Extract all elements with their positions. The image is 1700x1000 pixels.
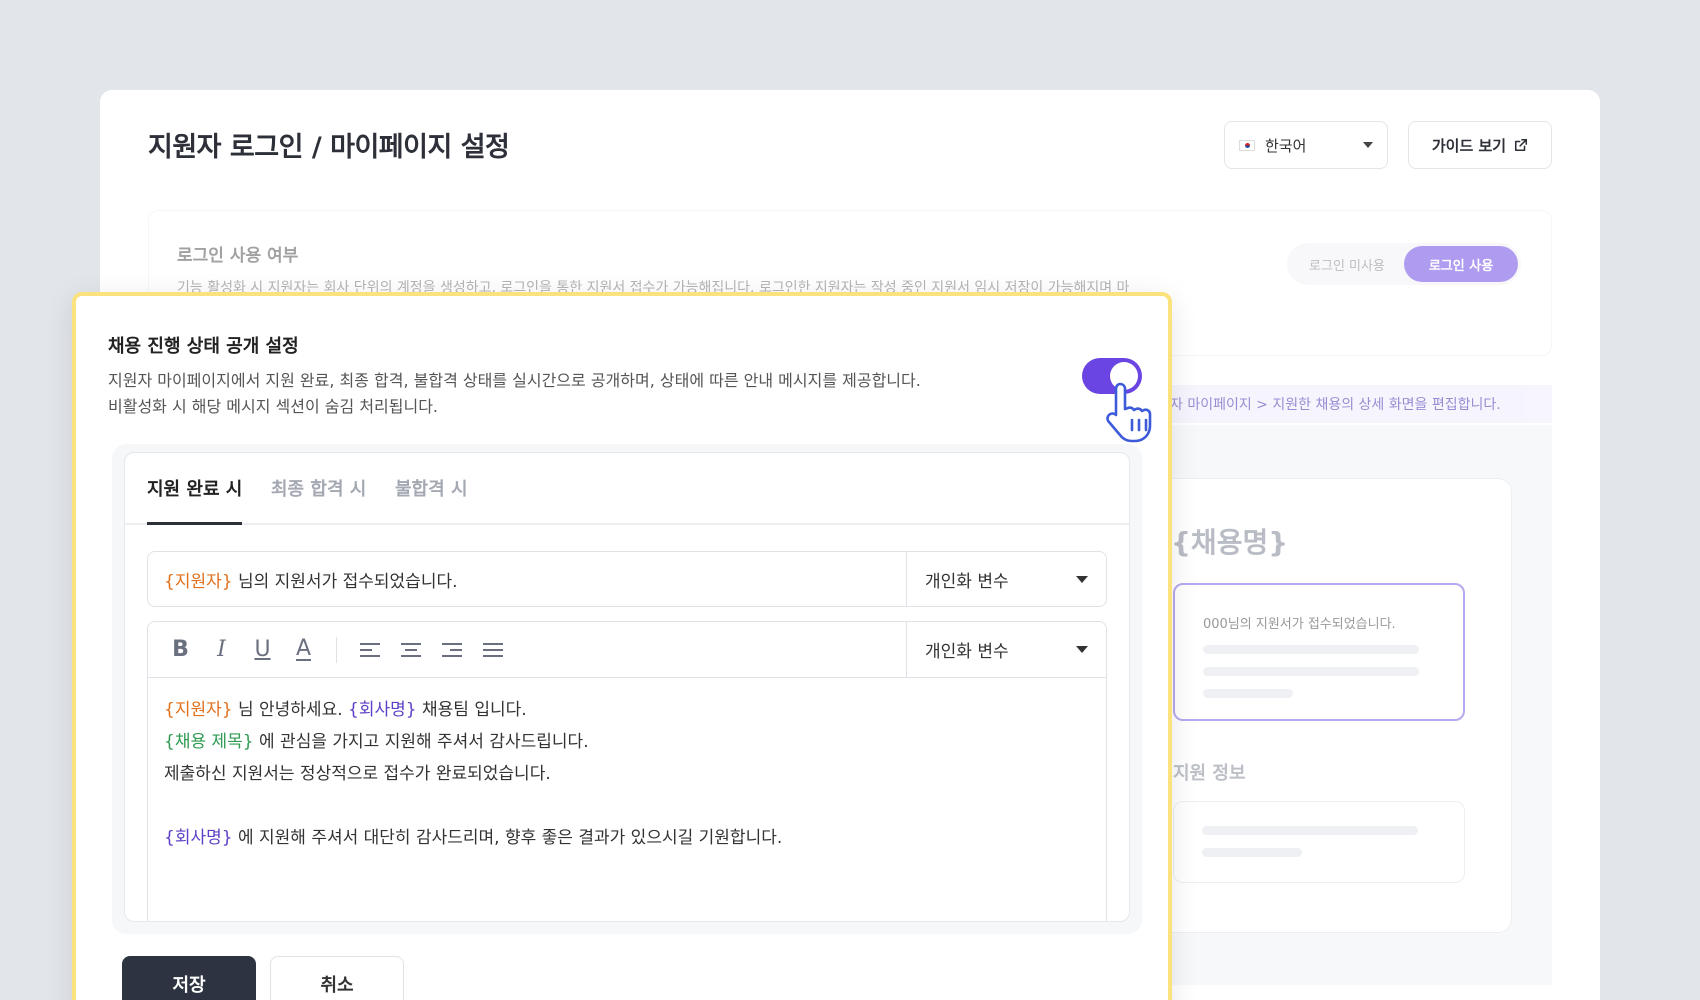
text-color-icon: A <box>295 635 312 661</box>
mypage-info-banner: 자 마이페이지 > 지원한 채용의 상세 화면을 편집합니다. <box>1160 385 1552 423</box>
align-right-button[interactable] <box>431 630 472 670</box>
body-line: {채용 제목} 에 관심을 가지고 지원해 주셔서 감사드립니다. <box>164 726 782 758</box>
status-disclosure-desc: 지원자 마이페이지에서 지원 완료, 최종 합격, 불합격 상태를 실시간으로 … <box>108 368 1008 420</box>
preview-placeholder-line <box>1203 667 1419 676</box>
body-text: 채용팀 입니다. <box>416 700 527 720</box>
align-justify-icon <box>482 642 503 657</box>
preview-placeholder-line <box>1202 826 1418 835</box>
variable-company: {회사명} <box>164 828 233 848</box>
login-off-option[interactable]: 로그인 미사용 <box>1290 246 1404 282</box>
preview-info-box <box>1173 801 1465 883</box>
variable-select-label: 개인화 변수 <box>925 571 1009 592</box>
body-blank-line <box>164 790 782 822</box>
align-left-button[interactable] <box>349 630 390 670</box>
underline-button[interactable]: U <box>242 630 283 670</box>
align-left-icon <box>359 642 380 657</box>
body-text-area[interactable]: {지원자} 님 안녕하세요. {회사명} 채용팀 입니다. {채용 제목} 에 … <box>164 694 782 854</box>
preview-message-text: 000님의 지원서가 접수되었습니다. <box>1203 617 1396 632</box>
language-label: 한국어 <box>1265 136 1307 155</box>
preview-section-title: 지원 정보 <box>1173 763 1246 784</box>
subject-text: 님의 지원서가 접수되었습니다. <box>232 571 458 592</box>
variable-job-title: {채용 제목} <box>164 732 254 752</box>
language-select[interactable]: 한국어 <box>1224 121 1388 169</box>
cancel-button[interactable]: 취소 <box>270 956 404 1000</box>
tab-application-complete[interactable]: 지원 완료 시 <box>147 475 243 525</box>
italic-icon: I <box>217 637 226 662</box>
mypage-preview-card: {채용명} 000님의 지원서가 접수되었습니다. 지원 정보 <box>1130 478 1512 933</box>
chevron-down-icon <box>1076 646 1088 653</box>
page-title: 지원자 로그인 / 마이페이지 설정 <box>148 132 510 163</box>
status-tabs: 지원 완료 시 최종 합격 시 불합격 시 <box>125 453 1129 525</box>
app-frame: 지원자 로그인 / 마이페이지 설정 한국어 가이드 보기 로그인 사용 여부 … <box>0 0 1700 1000</box>
tab-rejected[interactable]: 불합격 시 <box>395 475 468 522</box>
subject-field[interactable]: {지원자} 님의 지원서가 접수되었습니다. 개인화 변수 <box>147 551 1107 607</box>
desc-line: 지원자 마이페이지에서 지원 완료, 최종 합격, 불합격 상태를 실시간으로 … <box>108 371 921 390</box>
korea-flag-icon <box>1239 139 1255 151</box>
preview-placeholder-line <box>1203 645 1419 654</box>
align-center-icon <box>400 642 421 657</box>
align-right-icon <box>441 642 462 657</box>
bold-icon: B <box>172 637 189 662</box>
body-line: {지원자} 님 안녕하세요. {회사명} 채용팀 입니다. <box>164 694 782 726</box>
italic-button[interactable]: I <box>201 630 242 670</box>
subject-variable-select[interactable]: 개인화 변수 <box>906 552 1106 606</box>
preview-placeholder-line <box>1202 848 1302 857</box>
save-button[interactable]: 저장 <box>122 956 256 1000</box>
bold-button[interactable]: B <box>160 630 201 670</box>
preview-placeholder-line <box>1203 689 1293 698</box>
external-link-icon <box>1515 138 1528 152</box>
message-editor: 지원 완료 시 최종 합격 시 불합격 시 {지원자} 님의 지원서가 접수되었… <box>124 452 1130 922</box>
body-text: 에 지원해 주셔서 대단히 감사드리며, 향후 좋은 결과가 있으시길 기원합니… <box>232 828 783 848</box>
body-text: 님 안녕하세요. <box>232 700 349 720</box>
align-justify-button[interactable] <box>472 630 513 670</box>
variable-company: {회사명} <box>348 700 417 720</box>
body-text: 제출하신 지원서는 정상적으로 접수가 완료되었습니다. <box>164 764 551 784</box>
pointer-hand-icon <box>1106 382 1152 443</box>
preview-status-message: 000님의 지원서가 접수되었습니다. <box>1173 583 1465 721</box>
body-text: 에 관심을 가지고 지원해 주셔서 감사드립니다. <box>253 732 589 752</box>
text-color-button[interactable]: A <box>283 630 324 670</box>
login-usage-switch: 로그인 미사용 로그인 사용 <box>1287 243 1521 285</box>
message-editor-wrapper: 지원 완료 시 최종 합격 시 불합격 시 {지원자} 님의 지원서가 접수되었… <box>112 444 1142 934</box>
login-usage-title: 로그인 사용 여부 <box>177 246 299 266</box>
body-line: 제출하신 지원서는 정상적으로 접수가 완료되었습니다. <box>164 758 782 790</box>
body-editor: B I U A 개인화 변수 {지원자} 님 안녕하세요. {회사명} 채용팀 … <box>147 621 1107 921</box>
chevron-down-icon <box>1363 142 1373 148</box>
preview-job-title: {채용명} <box>1171 526 1289 559</box>
body-line: {회사명} 에 지원해 주셔서 대단히 감사드리며, 향후 좋은 결과가 있으시… <box>164 822 782 854</box>
status-disclosure-title: 채용 진행 상태 공개 설정 <box>108 336 299 357</box>
chevron-down-icon <box>1076 575 1088 583</box>
status-disclosure-panel: 채용 진행 상태 공개 설정 지원자 마이페이지에서 지원 완료, 최종 합격,… <box>72 292 1172 1000</box>
align-center-button[interactable] <box>390 630 431 670</box>
body-variable-select[interactable]: 개인화 변수 <box>906 622 1106 677</box>
tab-final-pass[interactable]: 최종 합격 시 <box>271 475 366 522</box>
subject-input[interactable]: {지원자} 님의 지원서가 접수되었습니다. <box>148 552 906 606</box>
variable-applicant: {지원자} <box>164 571 233 592</box>
guide-button[interactable]: 가이드 보기 <box>1408 121 1552 169</box>
login-on-option[interactable]: 로그인 사용 <box>1404 246 1518 282</box>
guide-label: 가이드 보기 <box>1431 136 1507 155</box>
underline-icon: U <box>254 637 271 662</box>
variable-select-label: 개인화 변수 <box>925 642 1009 662</box>
desc-line: 비활성화 시 해당 메시지 섹션이 숨김 처리됩니다. <box>108 397 439 416</box>
toolbar-divider <box>336 636 337 663</box>
variable-applicant: {지원자} <box>164 700 233 720</box>
editor-toolbar: B I U A 개인화 변수 <box>148 622 1106 678</box>
